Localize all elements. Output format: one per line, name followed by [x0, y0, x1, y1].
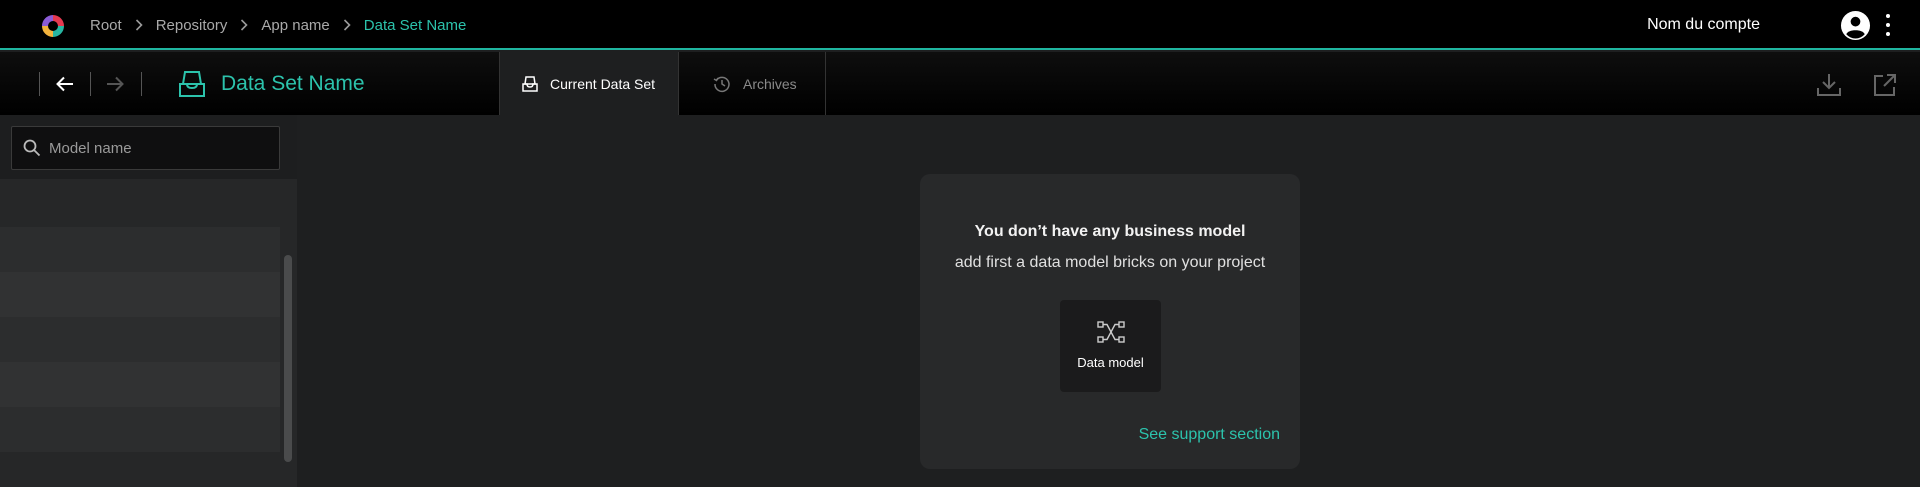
data-model-label: Data model [1077, 355, 1144, 370]
list-item[interactable] [0, 317, 280, 362]
model-sidebar [0, 115, 297, 487]
tab-label: Archives [743, 75, 797, 92]
breadcrumb: Root Repository App name Data Set Name [90, 0, 466, 50]
page-title: Data Set Name [221, 71, 365, 95]
breadcrumb-root[interactable]: Root [90, 17, 122, 34]
back-button[interactable] [52, 71, 78, 97]
data-model-button[interactable]: Data model [1060, 300, 1161, 392]
empty-state-subtitle: add first a data model bricks on your pr… [954, 254, 1266, 271]
list-item[interactable] [0, 227, 280, 272]
breadcrumb-repository[interactable]: Repository [156, 17, 228, 34]
chevron-right-icon [343, 19, 351, 31]
search-input[interactable] [49, 139, 259, 157]
dataset-tray-icon [522, 75, 538, 92]
dataset-tray-icon [179, 71, 205, 97]
list-item[interactable] [0, 362, 280, 407]
divider [39, 72, 40, 96]
user-circle-icon[interactable] [1840, 10, 1871, 41]
breadcrumb-app-name[interactable]: App name [261, 17, 329, 34]
chevron-right-icon [135, 19, 143, 31]
account-name[interactable]: Nom du compte [1647, 0, 1760, 50]
forward-button[interactable] [102, 71, 128, 97]
history-icon [713, 76, 730, 92]
empty-state-title: You don’t have any business model [974, 223, 1246, 240]
divider [90, 72, 91, 96]
arrow-right-icon [107, 76, 124, 92]
arrow-left-icon [56, 76, 73, 92]
tab-archives[interactable]: Archives [680, 52, 826, 115]
list-item[interactable] [0, 272, 280, 317]
tab-label: Current Data Set [550, 75, 656, 92]
chevron-right-icon [240, 19, 249, 31]
dataset-toolbar: Data Set Name Current Data Set Archives [0, 52, 1920, 115]
tab-current-data-set[interactable]: Current Data Set [499, 52, 679, 115]
breadcrumb-current[interactable]: Data Set Name [364, 17, 467, 34]
app-logo-icon[interactable] [41, 14, 65, 38]
search-section [0, 115, 297, 179]
empty-state-card: You don’t have any business model add fi… [920, 174, 1300, 469]
list-item[interactable] [0, 407, 280, 452]
data-model-icon [1097, 321, 1125, 343]
support-link[interactable]: See support section [1139, 426, 1280, 444]
sidebar-scrollbar[interactable] [284, 255, 292, 462]
download-icon[interactable] [1815, 71, 1843, 99]
top-bar: Root Repository App name Data Set Name N… [0, 0, 1920, 50]
search-box[interactable] [11, 126, 280, 170]
kebab-menu-icon[interactable] [1884, 14, 1892, 36]
search-icon [23, 139, 41, 157]
external-link-icon[interactable] [1871, 71, 1899, 99]
divider [141, 72, 142, 96]
